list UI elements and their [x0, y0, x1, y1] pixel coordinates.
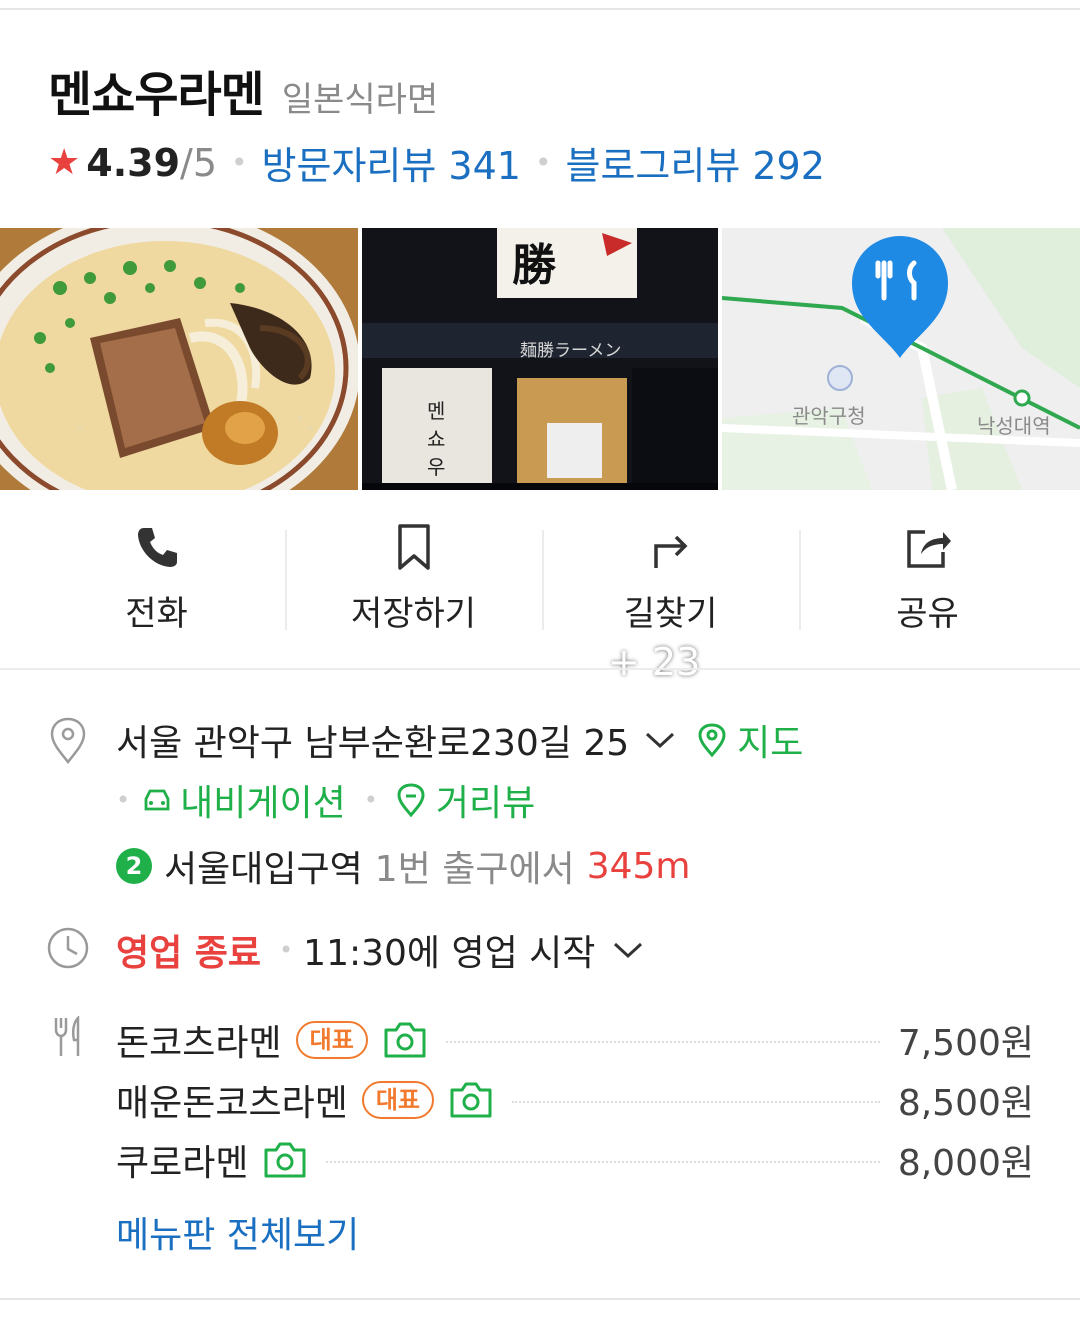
camera-icon[interactable]: [262, 1140, 308, 1180]
action-label: 저장하기: [350, 594, 477, 634]
menu-item-name: 쿠로라멘: [116, 1143, 249, 1184]
action-label: 전화: [125, 594, 188, 634]
subway-row: 2 서울대입구역 1번 출구에서 345m: [116, 840, 690, 892]
leader-line: [445, 1041, 880, 1043]
address-row: 서울 관악구 남부순환로230길 25 지도: [116, 714, 803, 766]
business-status: 영업 종료: [116, 933, 262, 974]
car-icon: [144, 789, 170, 811]
signature-badge: 대표: [295, 1021, 368, 1059]
place-name: 멘쇼우라멘: [48, 67, 265, 123]
storefront-illustration: 勝 麺勝ラーメン 멘 쇼 우: [362, 228, 718, 490]
menu-item[interactable]: 매운돈코츠라멘 대표 8,500원: [116, 1074, 1034, 1126]
clock-icon: [47, 927, 89, 969]
menu-item-price: 8,500원: [897, 1083, 1034, 1124]
menu-item-price: 8,000원: [897, 1143, 1034, 1184]
separator-dot: •: [363, 786, 378, 814]
place-category: 일본식라면: [281, 80, 439, 120]
separator-dot: •: [534, 146, 552, 179]
view-full-menu-link[interactable]: 메뉴판 전체보기: [116, 1206, 359, 1258]
signature-badge: 대표: [361, 1081, 435, 1119]
action-label: 길찾기: [623, 594, 718, 634]
action-bar: 전화 저장하기 길찾기 공유: [28, 500, 1056, 660]
map-illustration: 관악구청 낙성대역: [722, 228, 1080, 490]
camera-icon[interactable]: [448, 1080, 494, 1120]
photo-ramen-bowl[interactable]: [0, 228, 358, 490]
subway-exit: 1번 출구에서: [374, 849, 575, 890]
leader-line: [512, 1101, 880, 1103]
share-button[interactable]: 공유: [799, 500, 1056, 660]
subway-line-badge: 2: [116, 848, 152, 884]
separator-dot: •: [279, 936, 294, 964]
rating-max: /5: [180, 140, 218, 185]
photo-strip: 勝 麺勝ラーメン 멘 쇼 우 관악구청 낙성대역 + 23: [0, 228, 1080, 684]
street-view-icon: [397, 783, 425, 817]
menu-item[interactable]: 돈코츠라멘 대표 7,500원: [116, 1014, 1034, 1066]
chevron-down-icon[interactable]: [611, 938, 645, 962]
chevron-down-icon[interactable]: [643, 728, 677, 752]
separator-dot: •: [116, 786, 131, 814]
street-view-link[interactable]: 거리뷰: [436, 774, 535, 826]
ramen-illustration: [0, 228, 358, 490]
fork-knife-icon: [54, 1016, 80, 1056]
place-header: 멘쇼우라멘 일본식라면 ★ 4.39 /5 • 방문자리뷰 341 • 블로그리…: [48, 55, 1048, 190]
menu-item-price: 7,500원: [897, 1023, 1034, 1064]
directions-icon: [653, 535, 687, 568]
business-next-open: 11:30에 영업 시작: [303, 933, 596, 974]
leader-line: [326, 1161, 880, 1163]
store-sign-char-3: 우: [427, 455, 445, 479]
address-text: 서울 관악구 남부순환로230길 25: [116, 723, 630, 764]
menu-item-name: 매운돈코츠라멘: [116, 1083, 348, 1124]
store-sign-char-1: 멘: [427, 399, 445, 423]
menu-item[interactable]: 쿠로라멘 8,000원: [116, 1134, 1034, 1186]
subway-distance: 345m: [586, 845, 691, 887]
hours-row[interactable]: 영업 종료 • 11:30에 영업 시작: [116, 924, 645, 976]
map-thumbnail[interactable]: 관악구청 낙성대역: [722, 228, 1080, 490]
phone-icon: [137, 528, 177, 567]
rating-row: ★ 4.39 /5 • 방문자리뷰 341 • 블로그리뷰 292: [48, 135, 1048, 190]
store-sign-char-2: 쇼: [427, 427, 445, 451]
camera-icon[interactable]: [382, 1020, 428, 1060]
menu-item-name: 돈코츠라멘: [116, 1023, 282, 1064]
directions-button[interactable]: 길찾기: [542, 500, 799, 660]
star-icon: ★: [48, 142, 81, 183]
blog-review-link[interactable]: 블로그리뷰 292: [565, 135, 824, 190]
section-divider: [0, 668, 1080, 670]
bookmark-icon: [397, 524, 430, 570]
top-divider: [0, 8, 1080, 10]
action-label: 공유: [896, 594, 959, 634]
map-label-nakseongdae: 낙성대역: [977, 414, 1051, 438]
map-pin-icon: [698, 723, 726, 757]
photo-storefront[interactable]: 勝 麺勝ラーメン 멘 쇼 우: [362, 228, 718, 490]
location-pin-icon: [50, 717, 86, 764]
bottom-divider: [0, 1298, 1080, 1300]
rating-score: 4.39: [86, 140, 181, 185]
navigation-link[interactable]: 내비게이션: [180, 774, 346, 826]
address-links-row: • 내비게이션 • 거리뷰: [116, 774, 535, 826]
map-label-gwanak: 관악구청: [792, 404, 866, 428]
separator-dot: •: [231, 146, 248, 179]
share-icon: [906, 530, 951, 568]
sign-kanji: 勝: [512, 240, 557, 291]
visitor-review-link[interactable]: 방문자리뷰 341: [262, 135, 521, 190]
map-link[interactable]: 지도: [737, 714, 803, 766]
call-button[interactable]: 전화: [28, 500, 285, 660]
save-button[interactable]: 저장하기: [285, 500, 542, 660]
subway-station: 서울대입구역: [164, 849, 363, 890]
storefront-banner: 麺勝ラーメン: [520, 341, 621, 361]
